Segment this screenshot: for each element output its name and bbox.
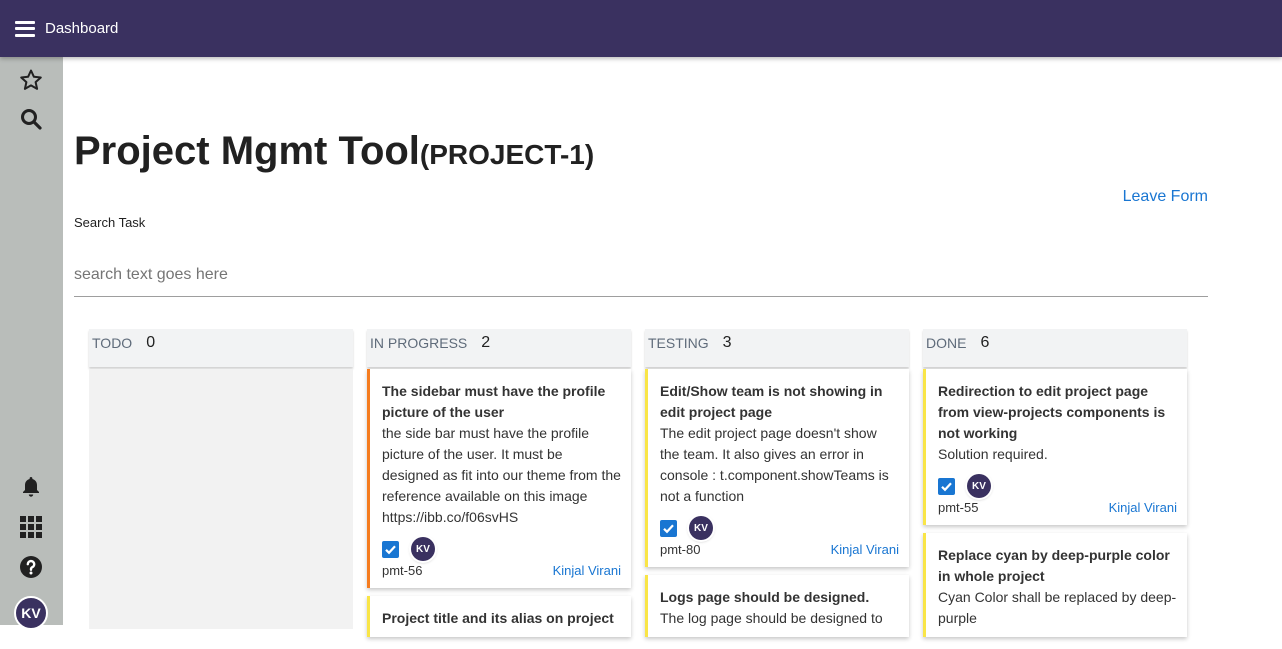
search-icon[interactable]	[18, 106, 44, 132]
column-name: TESTING	[648, 335, 709, 351]
task-id: pmt-80	[660, 542, 701, 557]
task-footer: pmt-55 Kinjal Virani	[938, 499, 1177, 517]
task-checkbox[interactable]	[382, 540, 399, 558]
task-title: Edit/Show team is not showing in edit pr…	[660, 383, 883, 420]
app-title: Dashboard	[45, 20, 119, 37]
task-description: The edit project page doesn't show the t…	[660, 425, 889, 504]
task-checkbox[interactable]	[938, 477, 955, 495]
column-count: 2	[481, 334, 491, 351]
task-meta: KV	[938, 473, 1177, 499]
check-icon	[941, 481, 952, 491]
task-title: Logs page should be designed.	[660, 589, 870, 605]
task-card[interactable]: Logs page should be designed. The log pa…	[645, 575, 909, 637]
column-header: IN PROGRESS 2	[367, 329, 631, 367]
task-meta: KV	[382, 536, 621, 562]
assignee-name[interactable]: Kinjal Virani	[1109, 499, 1177, 517]
task-description: the side bar must have the profile pictu…	[382, 425, 621, 525]
column-count: 3	[722, 334, 732, 351]
assignee-avatar[interactable]: KV	[967, 474, 991, 498]
apps-grid-icon[interactable]	[18, 514, 44, 540]
task-title: Redirection to edit project page from vi…	[938, 383, 1166, 441]
column-count: 0	[146, 334, 156, 351]
empty-column-drop-area[interactable]	[89, 369, 353, 629]
check-icon	[385, 544, 396, 554]
task-card[interactable]: Replace cyan by deep-purple color in who…	[923, 533, 1187, 637]
task-description: Solution required.	[938, 446, 1048, 462]
menu-icon[interactable]	[15, 20, 35, 37]
task-card[interactable]: Edit/Show team is not showing in edit pr…	[645, 369, 909, 567]
column-count: 6	[980, 334, 990, 351]
board-column-testing: TESTING 3 Edit/Show team is not showing …	[645, 329, 909, 649]
page-title: Project Mgmt Tool(PROJECT-1)	[74, 129, 594, 174]
task-description: The log page should be designed to	[660, 610, 883, 626]
column-name: IN PROGRESS	[370, 335, 468, 351]
assignee-name[interactable]: Kinjal Virani	[553, 562, 621, 580]
task-card[interactable]: Redirection to edit project page from vi…	[923, 369, 1187, 525]
task-title: Project title and its alias on project	[382, 610, 614, 626]
task-description: Cyan Color shall be replaced by deep-pur…	[938, 589, 1177, 626]
board-column-todo: TODO 0	[89, 329, 353, 649]
task-meta: KV	[660, 515, 899, 541]
task-title: Replace cyan by deep-purple color in who…	[938, 547, 1170, 584]
leave-form-link[interactable]: Leave Form	[1123, 188, 1208, 206]
task-footer: pmt-80 Kinjal Virani	[660, 541, 899, 559]
assignee-avatar[interactable]: KV	[689, 516, 713, 540]
sidebar: KV	[0, 57, 63, 630]
bell-icon[interactable]	[18, 474, 44, 500]
column-name: TODO	[92, 335, 133, 351]
project-key: (PROJECT-1)	[419, 139, 595, 170]
column-header: TESTING 3	[645, 329, 909, 367]
task-checkbox[interactable]	[660, 519, 677, 537]
check-icon	[663, 523, 674, 533]
task-title: The sidebar must have the profile pictur…	[382, 383, 606, 420]
task-id: pmt-56	[382, 563, 423, 578]
board-column-in-progress: IN PROGRESS 2 The sidebar must have the …	[367, 329, 631, 649]
task-id: pmt-55	[938, 500, 979, 515]
column-name: DONE	[926, 335, 967, 351]
search-task-label: Search Task	[74, 215, 146, 230]
board-column-done: DONE 6 Redirection to edit project page …	[923, 329, 1187, 649]
top-app-bar: Dashboard	[0, 0, 1282, 57]
task-footer: pmt-56 Kinjal Virani	[382, 562, 621, 580]
star-icon[interactable]	[18, 67, 44, 93]
task-card[interactable]: Project title and its alias on project	[367, 596, 631, 637]
project-name: Project Mgmt Tool	[74, 129, 420, 173]
assignee-name[interactable]: Kinjal Virani	[831, 541, 899, 559]
help-icon[interactable]	[18, 554, 44, 580]
assignee-avatar[interactable]: KV	[411, 537, 435, 561]
task-card[interactable]: The sidebar must have the profile pictur…	[367, 369, 631, 588]
column-header: DONE 6	[923, 329, 1187, 367]
search-task-input[interactable]	[74, 253, 1208, 297]
main-content: Project Mgmt Tool(PROJECT-1) Leave Form …	[74, 57, 1208, 637]
column-header: TODO 0	[89, 329, 353, 367]
